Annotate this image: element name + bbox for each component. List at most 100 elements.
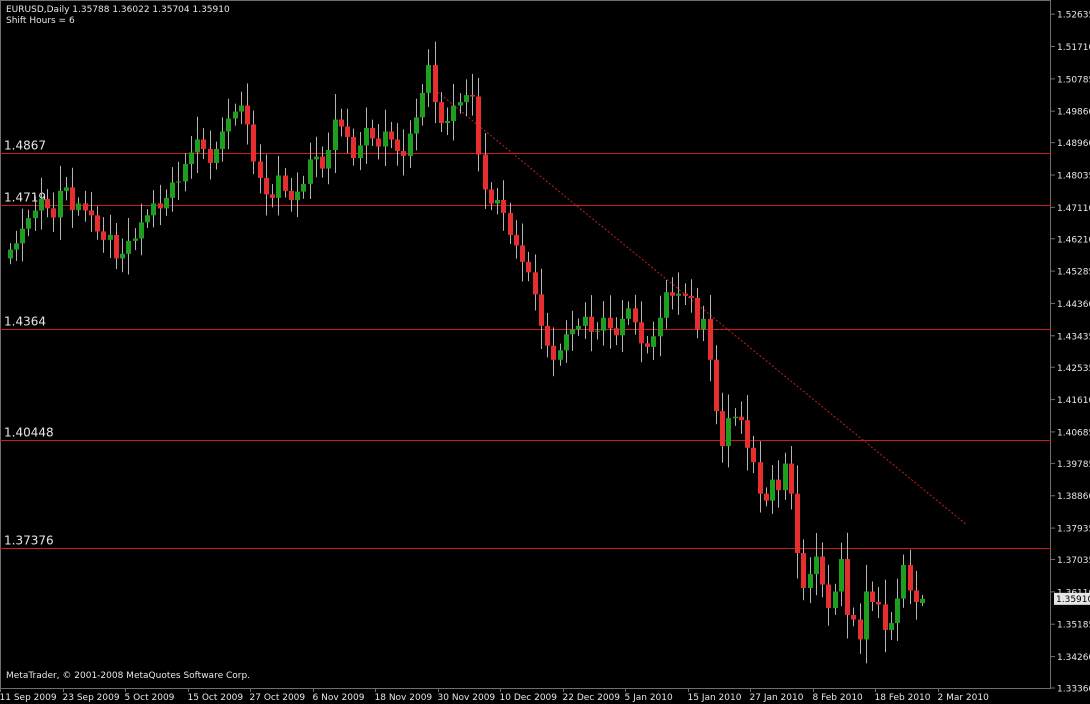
candle[interactable]: [651, 321, 656, 361]
candle[interactable]: [176, 161, 181, 201]
candle[interactable]: [808, 557, 813, 604]
candle[interactable]: [364, 107, 369, 164]
candle[interactable]: [8, 243, 13, 265]
candle[interactable]: [495, 187, 500, 215]
candle[interactable]: [514, 220, 519, 259]
candle[interactable]: [676, 272, 681, 315]
candle[interactable]: [901, 554, 906, 608]
candle[interactable]: [783, 452, 788, 500]
candle[interactable]: [608, 295, 613, 349]
candle[interactable]: [183, 152, 188, 192]
candle[interactable]: [826, 564, 831, 626]
candle[interactable]: [626, 301, 631, 325]
candle[interactable]: [451, 83, 456, 141]
candle[interactable]: [639, 301, 644, 363]
candle[interactable]: [695, 287, 700, 339]
candle[interactable]: [308, 142, 313, 200]
candle[interactable]: [858, 603, 863, 654]
candle[interactable]: [664, 280, 669, 329]
candle[interactable]: [620, 300, 625, 353]
price-chart[interactable]: 1.48671.47191.43641.404481.37376 1.52635…: [0, 0, 1090, 704]
candle[interactable]: [795, 465, 800, 579]
candle[interactable]: [683, 283, 688, 306]
candle[interactable]: [820, 542, 825, 598]
candle[interactable]: [339, 108, 344, 137]
candle[interactable]: [133, 228, 138, 251]
candle[interactable]: [270, 183, 275, 208]
candle[interactable]: [670, 277, 675, 310]
candle[interactable]: [345, 108, 350, 154]
candle[interactable]: [764, 487, 769, 507]
candle[interactable]: [408, 120, 413, 168]
candle[interactable]: [76, 197, 81, 216]
candle[interactable]: [195, 116, 200, 174]
candle[interactable]: [476, 77, 481, 172]
candle[interactable]: [101, 217, 106, 253]
candle[interactable]: [264, 154, 269, 216]
candle[interactable]: [320, 146, 325, 178]
candle[interactable]: [333, 94, 338, 173]
candle[interactable]: [789, 445, 794, 510]
candle[interactable]: [708, 294, 713, 382]
candle[interactable]: [570, 310, 575, 351]
candle[interactable]: [576, 318, 581, 336]
candle[interactable]: [95, 206, 100, 240]
candle[interactable]: [114, 223, 119, 270]
candle[interactable]: [583, 302, 588, 339]
candle[interactable]: [145, 209, 150, 229]
candle[interactable]: [726, 394, 731, 468]
candle[interactable]: [395, 123, 400, 166]
candle[interactable]: [164, 189, 169, 216]
chart-window[interactable]: EURUSD,Daily 1.35788 1.36022 1.35704 1.3…: [0, 0, 1090, 704]
candle[interactable]: [914, 570, 919, 620]
candle[interactable]: [595, 322, 600, 340]
candle[interactable]: [389, 121, 394, 149]
candle[interactable]: [558, 343, 563, 366]
candle[interactable]: [614, 317, 619, 346]
candle[interactable]: [720, 392, 725, 463]
candle[interactable]: [258, 144, 263, 194]
candle[interactable]: [501, 180, 506, 231]
candle[interactable]: [658, 295, 663, 357]
candle[interactable]: [108, 214, 113, 258]
candle[interactable]: [520, 223, 525, 282]
candle[interactable]: [214, 141, 219, 170]
candle[interactable]: [439, 92, 444, 133]
candle[interactable]: [564, 320, 569, 363]
candle[interactable]: [220, 117, 225, 162]
candle[interactable]: [920, 594, 925, 607]
candle[interactable]: [251, 110, 256, 175]
candle[interactable]: [633, 294, 638, 335]
candle[interactable]: [201, 128, 206, 160]
candle[interactable]: [383, 109, 388, 166]
candle[interactable]: [126, 217, 131, 275]
candle[interactable]: [358, 132, 363, 171]
candle[interactable]: [420, 84, 425, 126]
candle[interactable]: [445, 107, 450, 136]
candle[interactable]: [226, 98, 231, 150]
candle[interactable]: [883, 579, 888, 653]
candle[interactable]: [158, 184, 163, 226]
candle[interactable]: [751, 435, 756, 474]
candle[interactable]: [58, 165, 63, 240]
candle[interactable]: [589, 295, 594, 352]
candle[interactable]: [289, 177, 294, 212]
candle[interactable]: [770, 464, 775, 514]
candle[interactable]: [533, 254, 538, 311]
candle[interactable]: [601, 301, 606, 346]
candle[interactable]: [814, 532, 819, 596]
candle[interactable]: [370, 119, 375, 147]
candle[interactable]: [433, 41, 438, 124]
candle[interactable]: [414, 98, 419, 151]
candle[interactable]: [758, 441, 763, 513]
candle[interactable]: [276, 155, 281, 216]
candle[interactable]: [908, 549, 913, 605]
candle[interactable]: [464, 79, 469, 117]
candle[interactable]: [120, 238, 125, 273]
candle[interactable]: [689, 279, 694, 313]
candle[interactable]: [551, 327, 556, 377]
candle[interactable]: [526, 251, 531, 282]
trend-line[interactable]: [434, 89, 967, 525]
candle[interactable]: [326, 132, 331, 185]
candle[interactable]: [233, 103, 238, 126]
